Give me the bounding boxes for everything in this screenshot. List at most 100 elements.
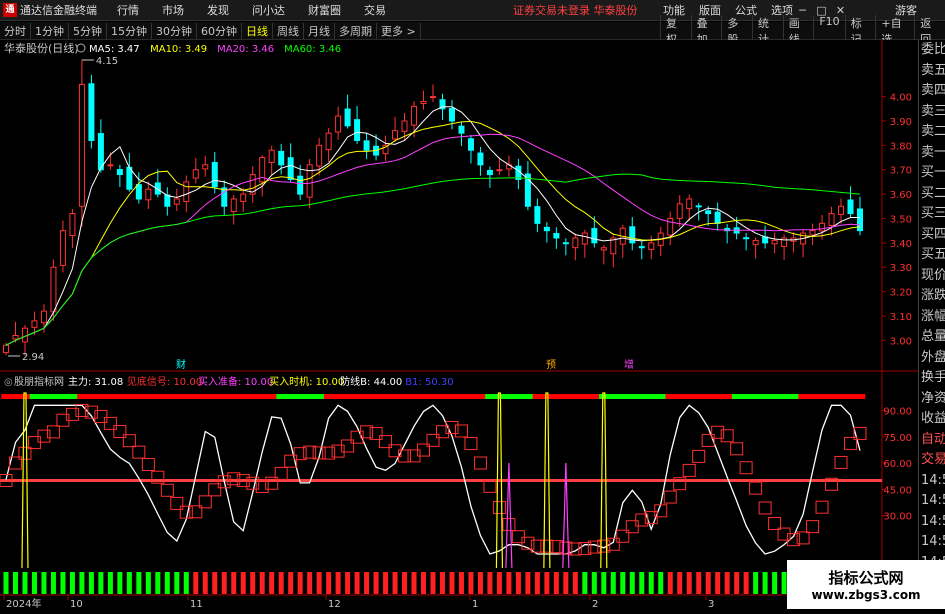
candle-body [355, 120, 360, 141]
quote-panel-item[interactable]: 买五 [919, 245, 945, 266]
signal-band-cell [846, 394, 856, 399]
candle-body [601, 248, 606, 250]
signal-bar [41, 572, 46, 594]
signal-bar [89, 572, 94, 594]
quote-panel-item[interactable]: 换手 [919, 368, 945, 389]
signal-bar [592, 572, 597, 594]
candle-body [79, 84, 84, 206]
candle-body [174, 199, 179, 204]
price-tick-label: 3.40 [890, 239, 912, 250]
quote-panel-item[interactable]: 自动 [919, 430, 945, 451]
signal-bar [734, 572, 739, 594]
candle-body [582, 233, 587, 244]
candle-body [687, 199, 692, 209]
menu-item-ask[interactable]: 问小达 [252, 2, 285, 18]
candle-body [810, 231, 815, 235]
period-tab-10[interactable]: 更多 > [377, 23, 421, 39]
period-tab-7[interactable]: 周线 [273, 23, 304, 39]
quote-panel-item[interactable]: 收益 [919, 409, 945, 430]
signal-band-cell [220, 394, 230, 399]
quote-panel-item[interactable]: 卖四 [919, 81, 945, 102]
signal-bar [573, 572, 578, 594]
quote-panel-item[interactable]: 净资 [919, 389, 945, 410]
period-tab-1[interactable]: 1分钟 [31, 23, 69, 39]
quote-panel-item[interactable]: 卖三 [919, 102, 945, 123]
time-axis-label: 1 [472, 599, 478, 609]
signal-band-cell [533, 394, 543, 399]
signal-band-cell [770, 394, 780, 399]
signal-band-cell [77, 394, 87, 399]
signal-bar [677, 572, 682, 594]
signal-band-cell [675, 394, 685, 399]
period-tab-0[interactable]: 分时 [0, 23, 31, 39]
signal-band-cell [694, 394, 704, 399]
period-tab-3[interactable]: 15分钟 [107, 23, 152, 39]
signal-bar [98, 572, 103, 594]
signal-band-cell [732, 394, 742, 399]
signal-band-cell [466, 394, 476, 399]
signal-band-cell [542, 394, 552, 399]
quote-panel-item[interactable]: 14:56 [919, 532, 945, 553]
quote-panel-item[interactable]: 外盘 [919, 348, 945, 369]
signal-bar [383, 572, 388, 594]
quote-panel-item[interactable]: 交易 [919, 450, 945, 471]
candle-body [668, 218, 673, 235]
candle-body [839, 206, 844, 214]
quote-panel-item[interactable]: 委比 [919, 40, 945, 61]
signal-band-cell [647, 394, 657, 399]
menu-item-wealth[interactable]: 财富圈 [308, 2, 341, 18]
quote-panel-item[interactable]: 涨幅 [919, 307, 945, 328]
candle-body [98, 134, 103, 170]
candle-body [184, 182, 189, 202]
period-tab-9[interactable]: 多周期 [335, 23, 377, 39]
quote-panel-item[interactable]: 买一 [919, 163, 945, 184]
quote-panel-item[interactable]: 14:55 [919, 512, 945, 533]
event-marker-0: 财 [176, 358, 186, 371]
price-tick-label: 3.80 [890, 141, 912, 152]
period-tab-6[interactable]: 日线 [242, 23, 273, 39]
quote-panel-item[interactable]: 14:55 [919, 471, 945, 492]
quote-panel-item[interactable]: 涨跌 [919, 286, 945, 307]
quote-panel-item[interactable]: 14:55 [919, 491, 945, 512]
quote-panel-item[interactable]: 买四 [919, 225, 945, 246]
signal-band-cell [476, 394, 486, 399]
period-tab-4[interactable]: 30分钟 [152, 23, 197, 39]
signal-band-cell [665, 394, 675, 399]
signal-bar [317, 572, 322, 594]
quote-panel: 委比卖五卖四卖三卖二卖一买一买二买三买四买五现价涨跌涨幅总量外盘换手净资收益自动… [918, 40, 945, 609]
kline-chart[interactable]: 华泰股份(日线)MA5: 3.47MA10: 3.49MA20: 3.46MA6… [0, 40, 918, 609]
signal-band-cell [656, 394, 666, 399]
signal-bar [222, 572, 227, 594]
signal-bar [165, 572, 170, 594]
app-title: 通达信金融终端 [20, 2, 97, 18]
signal-bar [525, 572, 530, 594]
period-tab-8[interactable]: 月线 [304, 23, 335, 39]
quote-panel-item[interactable]: 卖二 [919, 122, 945, 143]
menu-item-market[interactable]: 市场 [162, 2, 184, 18]
candle-body [497, 170, 502, 171]
signal-band-cell [238, 394, 248, 399]
quote-panel-item[interactable]: 现价 [919, 266, 945, 287]
quote-panel-item[interactable]: 买三 [919, 204, 945, 225]
signal-band-cell [580, 394, 590, 399]
signal-bar [639, 572, 644, 594]
period-tab-5[interactable]: 60分钟 [197, 23, 242, 39]
quote-panel-item[interactable]: 卖五 [919, 61, 945, 82]
menu-item-discover[interactable]: 发现 [207, 2, 229, 18]
menu-item-quotes[interactable]: 行情 [117, 2, 139, 18]
signal-band-cell [210, 394, 220, 399]
quote-panel-item[interactable]: 总量 [919, 327, 945, 348]
quote-panel-item[interactable]: 买二 [919, 184, 945, 205]
signal-band-cell [286, 394, 296, 399]
login-warning[interactable]: 证券交易未登录 华泰股份 [513, 2, 638, 18]
candle-body [298, 176, 303, 194]
menu-item-trade[interactable]: 交易 [364, 2, 386, 18]
period-tab-2[interactable]: 5分钟 [69, 23, 107, 39]
signal-bar [772, 572, 777, 594]
quote-panel-item[interactable]: 卖一 [919, 143, 945, 164]
signal-bar [763, 572, 768, 594]
signal-band-cell [20, 394, 30, 399]
signal-band-cell [68, 394, 78, 399]
signal-bar [269, 572, 274, 594]
signal-band-cell [343, 394, 353, 399]
